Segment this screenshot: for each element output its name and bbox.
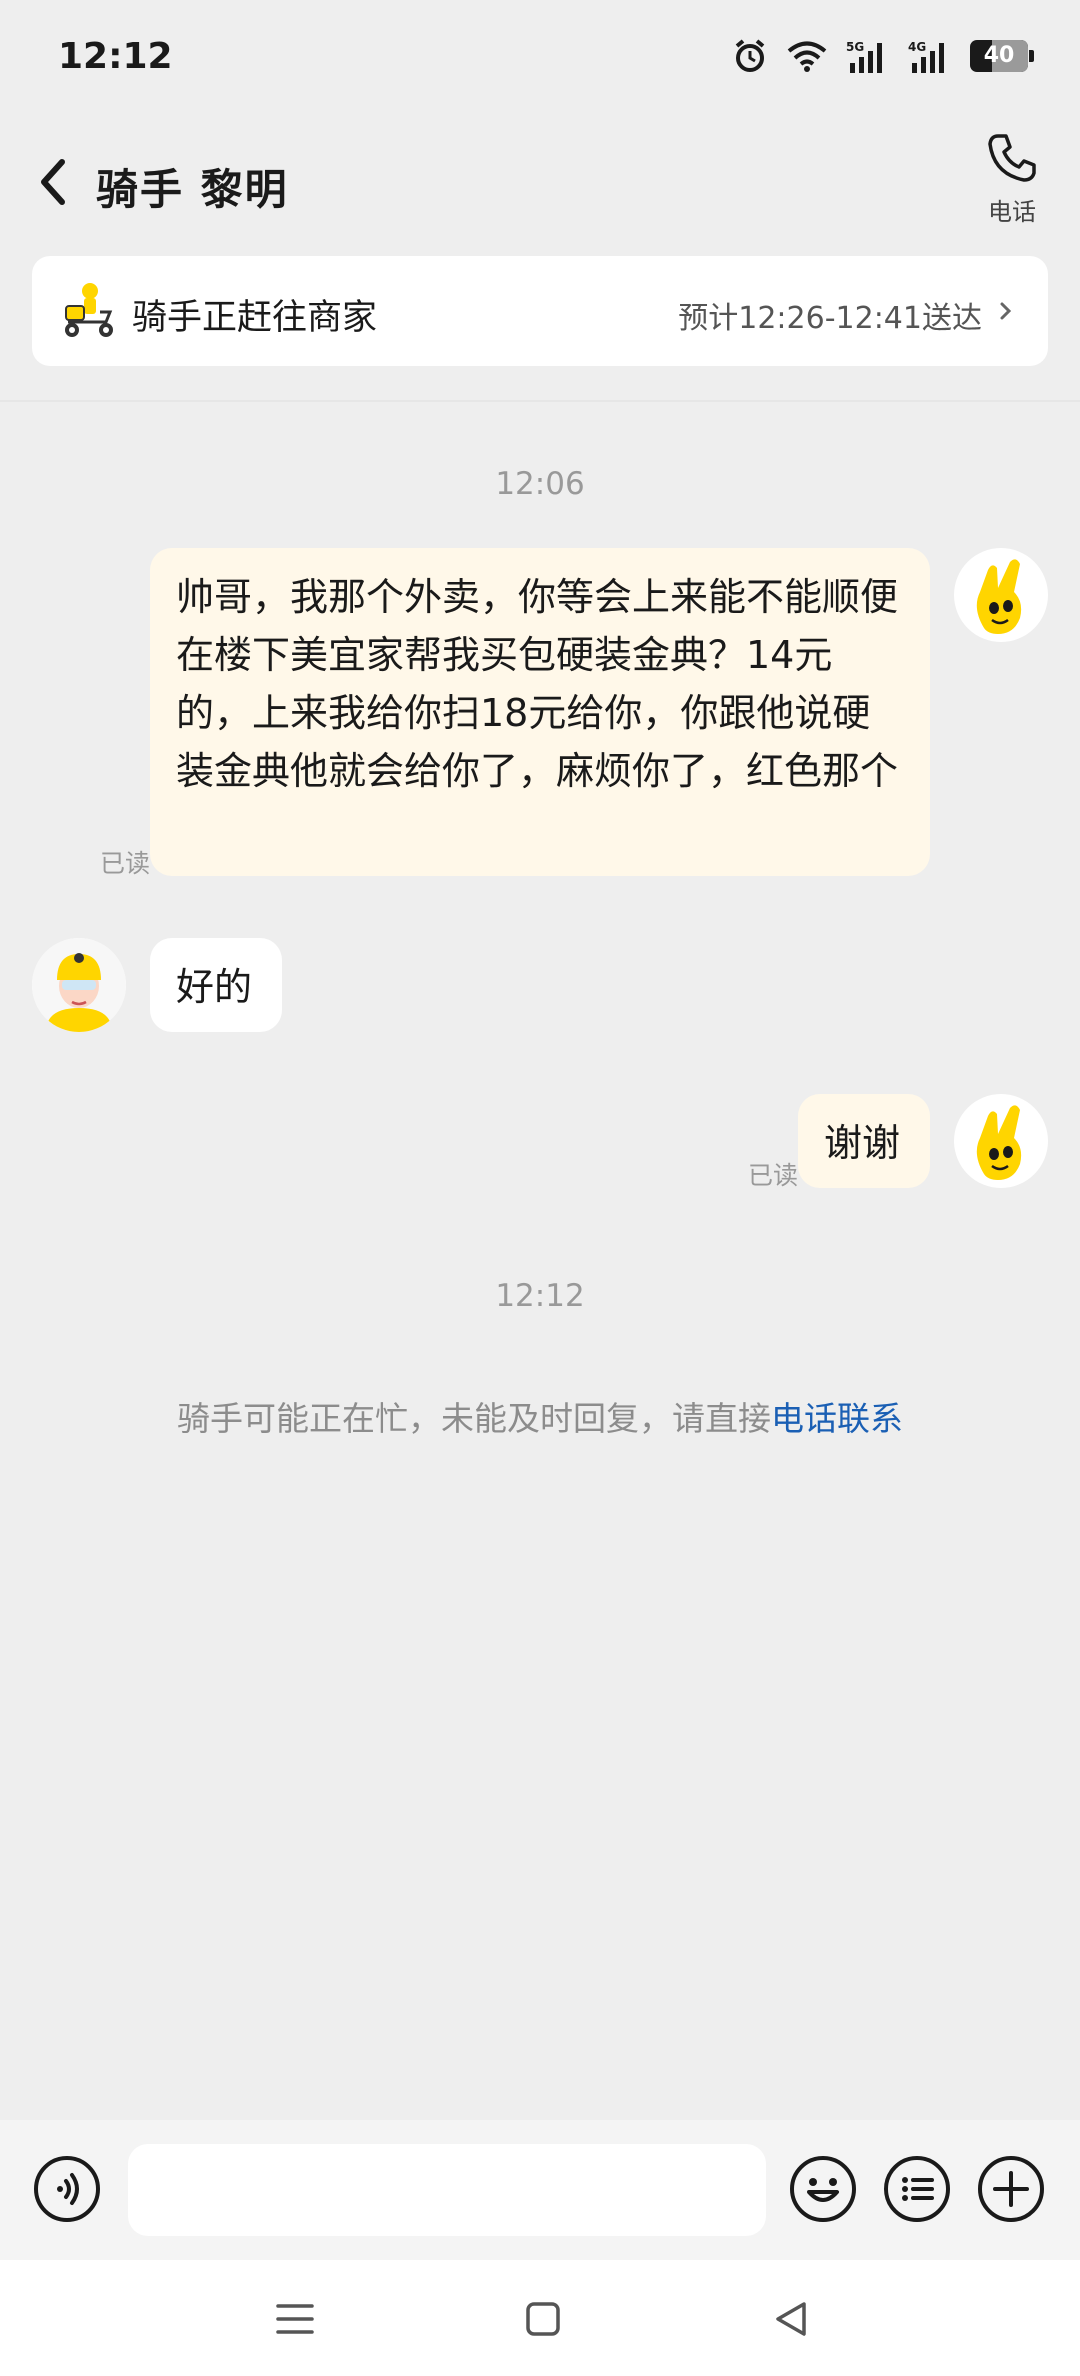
list-icon[interactable]: [882, 2154, 952, 2224]
read-receipt: 已读: [100, 849, 151, 878]
delivery-status-text: 骑手正赶往商家: [132, 298, 378, 338]
back-triangle-icon[interactable]: [766, 2294, 816, 2344]
outgoing-message-bubble[interactable]: 谢谢: [798, 1094, 930, 1188]
divider: [0, 400, 1080, 402]
page-title: 骑手 黎明: [96, 165, 289, 214]
call-contact-link[interactable]: 电话联系: [771, 1399, 903, 1438]
plus-icon[interactable]: [976, 2154, 1046, 2224]
home-square-icon[interactable]: [518, 2294, 568, 2344]
system-nav-bar: [0, 2260, 1080, 2376]
chat-screen: 12:12 5G 4G 40 骑手 黎明 电话 骑手正赶往商家 预计12:26-…: [0, 0, 1080, 2376]
hand-mascot-icon: [976, 559, 1022, 634]
voice-icon[interactable]: [32, 2154, 102, 2224]
signal-5g-icon: 5G: [846, 40, 882, 73]
delivery-status-card[interactable]: 骑手正赶往商家 预计12:26-12:41送达: [32, 256, 1048, 366]
message-text: 谢谢: [824, 1121, 901, 1165]
wifi-icon: [787, 41, 827, 72]
status-time: 12:12: [58, 36, 173, 77]
battery-level: 40: [983, 43, 1015, 68]
input-bar: [0, 2120, 1080, 2260]
read-receipt: 已读: [748, 1161, 799, 1190]
svg-text:4G: 4G: [908, 40, 926, 54]
emoji-icon[interactable]: [788, 2154, 858, 2224]
message-text: 帅哥，我那个外卖，你等会上来能不能顺便在楼下美宜家帮我买包硬装金典？14元的，上…: [176, 575, 899, 793]
time-separator: 12:12: [495, 1278, 585, 1314]
phone-icon: [988, 134, 1036, 182]
signal-4g-icon: 4G: [908, 40, 944, 73]
call-button[interactable]: 电话: [972, 130, 1052, 240]
chat-header: 骑手 黎明 电话: [0, 118, 1080, 248]
alarm-icon: [735, 39, 765, 72]
my-avatar[interactable]: [954, 1094, 1048, 1188]
status-icons: 5G 4G 40: [732, 38, 1034, 74]
rider-avatar[interactable]: [32, 938, 126, 1032]
message-text: 好的: [176, 965, 253, 1009]
battery-icon: 40: [970, 40, 1034, 72]
status-bar: 12:12 5G 4G 40: [0, 0, 1080, 118]
call-label: 电话: [988, 198, 1036, 226]
system-notice: 骑手可能正在忙，未能及时回复，请直接电话联系: [0, 1392, 1080, 1440]
message-input[interactable]: [128, 2144, 766, 2236]
my-avatar[interactable]: [954, 548, 1048, 642]
delivery-eta: 预计12:26-12:41送达: [678, 301, 982, 336]
menu-icon[interactable]: [270, 2294, 320, 2344]
chevron-right-icon: [1000, 302, 1012, 320]
rider-avatar-icon: [32, 938, 126, 1032]
time-separator: 12:06: [495, 466, 585, 502]
outgoing-message-bubble[interactable]: 帅哥，我那个外卖，你等会上来能不能顺便在楼下美宜家帮我买包硬装金典？14元的，上…: [150, 548, 930, 876]
svg-text:5G: 5G: [846, 40, 864, 54]
incoming-message-bubble[interactable]: 好的: [150, 938, 282, 1032]
back-chevron-icon[interactable]: [28, 152, 78, 212]
notice-text: 骑手可能正在忙，未能及时回复，请直接: [177, 1399, 771, 1438]
hand-mascot-icon: [976, 1105, 1022, 1180]
scooter-icon: [65, 283, 113, 337]
